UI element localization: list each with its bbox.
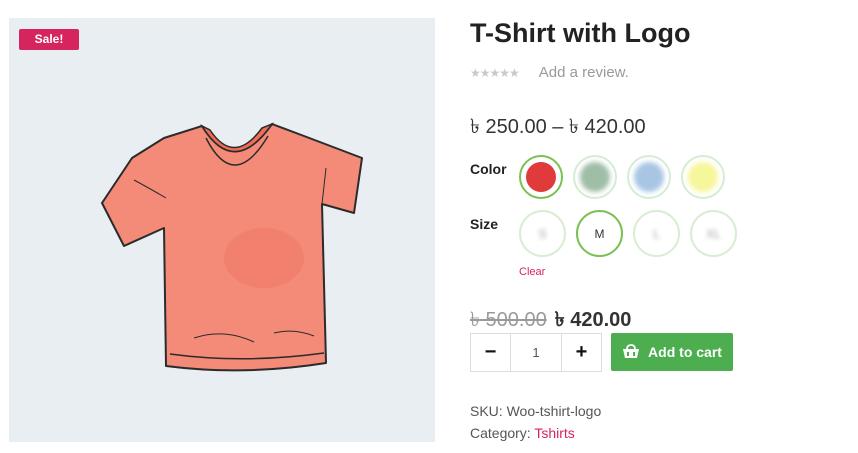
- size-option-m[interactable]: M: [576, 210, 623, 257]
- sku-row: SKU: Woo-tshirt-logo: [470, 403, 601, 419]
- minus-icon[interactable]: −: [471, 334, 510, 371]
- quantity-input[interactable]: [510, 334, 562, 371]
- tshirt-image: [101, 122, 363, 372]
- sku-value: Woo-tshirt-logo: [506, 403, 602, 419]
- size-option-l[interactable]: L: [633, 210, 680, 257]
- category-row: Category: Tshirts: [470, 425, 575, 441]
- clear-selection-link[interactable]: Clear: [519, 266, 545, 278]
- product-page: Sale! T-Shirt with Logo ★★★★★ Add a revi…: [0, 0, 858, 453]
- size-option-xl[interactable]: XL: [690, 210, 737, 257]
- color-swatch-blue[interactable]: [627, 155, 671, 199]
- sku-label: SKU:: [470, 403, 503, 419]
- blue-color-dot: [634, 162, 664, 192]
- old-price: ৳ 500.00: [470, 309, 547, 331]
- star-rating-icon: ★★★★★: [470, 65, 520, 80]
- color-swatch-red[interactable]: [519, 155, 563, 199]
- sale-price: ৳ 420.00: [554, 309, 632, 331]
- product-title: T-Shirt with Logo: [470, 18, 691, 48]
- size-label: Size: [470, 216, 499, 232]
- size-option-label: S: [538, 226, 547, 241]
- price-range: ৳ 250.00 – ৳ 420.00: [470, 116, 646, 138]
- yellow-color-dot: [688, 162, 718, 192]
- category-link[interactable]: Tshirts: [534, 425, 574, 441]
- color-label: Color: [470, 161, 507, 177]
- add-to-cart-label: Add to cart: [648, 344, 722, 360]
- sale-badge: Sale!: [19, 29, 79, 50]
- green-color-dot: [580, 162, 610, 192]
- size-option-label: XL: [706, 226, 721, 241]
- color-swatch-yellow[interactable]: [681, 155, 725, 199]
- quantity-stepper: − +: [470, 333, 602, 372]
- size-option-s[interactable]: S: [519, 210, 566, 257]
- add-review-link[interactable]: Add a review.: [539, 64, 629, 81]
- color-swatch-green[interactable]: [573, 155, 617, 199]
- cart-icon: [623, 344, 640, 358]
- product-image[interactable]: [9, 18, 435, 442]
- plus-icon[interactable]: +: [562, 334, 601, 371]
- add-to-cart-button[interactable]: Add to cart: [611, 333, 733, 371]
- category-label: Category:: [470, 425, 531, 441]
- size-option-label: L: [653, 226, 660, 241]
- size-option-label: M: [594, 226, 605, 241]
- red-color-dot: [526, 162, 556, 192]
- rating-row: ★★★★★ Add a review.: [470, 64, 629, 81]
